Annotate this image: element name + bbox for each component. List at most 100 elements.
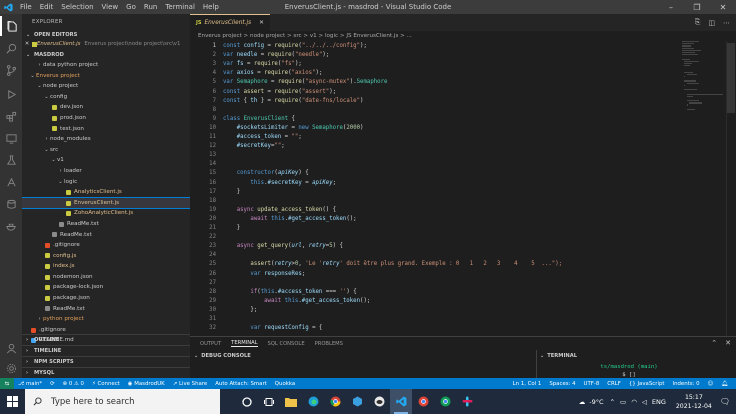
source-control-icon[interactable] bbox=[0, 60, 22, 80]
menu-run[interactable]: Run bbox=[140, 0, 161, 14]
windows-start-icon[interactable] bbox=[0, 389, 25, 414]
panel-tab-sql-console[interactable]: SQL CONSOLE bbox=[268, 341, 305, 347]
auto-attach-indicator[interactable]: Auto Attach: Smart bbox=[211, 381, 271, 387]
discord-icon[interactable] bbox=[368, 389, 390, 414]
cursor-position[interactable]: Ln 1, Col 1 bbox=[509, 381, 546, 387]
task-view-icon[interactable] bbox=[258, 389, 280, 414]
menu-selection[interactable]: Selection bbox=[57, 0, 97, 14]
chrome-alt-icon[interactable] bbox=[434, 389, 456, 414]
problems-indicator[interactable]: ⊗ 0 ⚠ 0 bbox=[59, 381, 88, 387]
open-changes-icon[interactable]: ⎘ bbox=[695, 18, 701, 27]
tree-folder[interactable]: › data python project bbox=[22, 60, 190, 71]
tree-folder[interactable]: ⌄ Enverus project bbox=[22, 71, 190, 82]
live-share-icon[interactable] bbox=[0, 172, 22, 192]
indents-indicator[interactable]: Indents: 0 bbox=[668, 381, 703, 387]
input-language[interactable]: ENG bbox=[652, 398, 666, 406]
section-outline[interactable]: › OUTLINE bbox=[22, 334, 190, 345]
explorer-icon[interactable] bbox=[0, 16, 22, 36]
connect-indicator[interactable]: ⚡ Connect bbox=[88, 381, 124, 387]
editor-scrollbar[interactable] bbox=[726, 41, 736, 336]
end-of-line[interactable]: CRLF bbox=[603, 381, 625, 387]
show-hidden-icons-icon[interactable]: ⌃ bbox=[610, 398, 615, 406]
weather-temp[interactable]: -9°C bbox=[589, 398, 603, 406]
quokka-indicator[interactable]: Quokka bbox=[271, 381, 299, 387]
accounts-icon[interactable] bbox=[0, 338, 22, 358]
notification-center-icon[interactable]: 🗨︎ bbox=[720, 397, 730, 406]
tree-file[interactable]: ReadMe.txt bbox=[22, 219, 190, 230]
cortana-icon[interactable] bbox=[236, 389, 258, 414]
tree-folder[interactable]: ⌄ node project bbox=[22, 81, 190, 92]
menu-help[interactable]: Help bbox=[199, 0, 223, 14]
chrome-profile-icon[interactable] bbox=[412, 389, 434, 414]
file-explorer-icon[interactable] bbox=[280, 389, 302, 414]
terminal-header[interactable]: ⌄ TERMINAL bbox=[540, 351, 577, 361]
clock[interactable]: 15:17 2021-12-04 bbox=[668, 393, 720, 411]
notifications-icon[interactable]: 🔔︎ bbox=[717, 381, 732, 387]
tree-file[interactable]: nodemon.json bbox=[22, 272, 190, 283]
more-actions-icon[interactable]: ⋯ bbox=[723, 19, 730, 27]
vscode-alt-app-icon[interactable] bbox=[346, 389, 368, 414]
section-npm-scripts[interactable]: › NPM SCRIPTS bbox=[22, 356, 190, 367]
tab-enverusclient[interactable]: JS EnverusClient.js ✕ bbox=[190, 14, 270, 31]
search-icon[interactable] bbox=[0, 38, 22, 58]
code-editor[interactable]: 1 const config = require("../../../config… bbox=[190, 41, 736, 336]
database-icon[interactable] bbox=[0, 194, 22, 214]
close-tab-icon[interactable]: ✕ bbox=[259, 20, 264, 26]
split-editor-icon[interactable]: ◫ bbox=[708, 19, 715, 27]
vscode-taskbar-icon[interactable] bbox=[390, 389, 412, 414]
menu-view[interactable]: View bbox=[98, 0, 123, 14]
chrome-browser-icon[interactable] bbox=[324, 389, 346, 414]
debug-console-header[interactable]: ⌄ DEBUG CONSOLE bbox=[194, 351, 251, 361]
tree-file[interactable]: package-lock.json bbox=[22, 282, 190, 293]
live-share-indicator[interactable]: ↗ Live Share bbox=[169, 381, 212, 387]
panel-tab-output[interactable]: OUTPUT bbox=[200, 341, 221, 347]
panel-tab-terminal[interactable]: TERMINAL bbox=[231, 340, 258, 347]
weather-cloud-icon[interactable]: ☁ bbox=[579, 398, 586, 406]
edge-browser-icon[interactable] bbox=[302, 389, 324, 414]
scrollbar-thumb[interactable] bbox=[727, 43, 735, 113]
taskbar-search[interactable]: Type here to search bbox=[25, 389, 220, 414]
tree-file[interactable]: prod.json bbox=[22, 113, 190, 124]
settings-gear-icon[interactable] bbox=[0, 358, 22, 378]
maximize-panel-icon[interactable]: ⌃ bbox=[711, 339, 717, 347]
tree-folder[interactable]: ⌄ logic bbox=[22, 177, 190, 188]
language-mode[interactable]: {} JavaScript bbox=[625, 381, 669, 387]
volume-icon[interactable]: ◁ bbox=[642, 398, 647, 406]
tree-file[interactable]: EnverusClient.js bbox=[22, 196, 190, 210]
tree-folder[interactable]: ⌄ src bbox=[22, 145, 190, 156]
workspace-section[interactable]: ⌄ MASDROD bbox=[22, 51, 190, 60]
indentation[interactable]: Spaces: 4 bbox=[545, 381, 579, 387]
encoding[interactable]: UTF-8 bbox=[580, 381, 604, 387]
menu-edit[interactable]: Edit bbox=[36, 0, 58, 14]
tree-file[interactable]: dev.json bbox=[22, 102, 190, 113]
sync-icon[interactable]: ⟳ bbox=[46, 381, 59, 387]
remote-explorer-icon[interactable] bbox=[0, 128, 22, 148]
tree-folder[interactable]: › node_modules bbox=[22, 134, 190, 145]
tree-file[interactable]: config.js bbox=[22, 251, 190, 262]
menu-go[interactable]: Go bbox=[122, 0, 140, 14]
testing-icon[interactable] bbox=[0, 150, 22, 170]
section-timeline[interactable]: › TIMELINE bbox=[22, 345, 190, 356]
close-panel-icon[interactable]: ✕ bbox=[725, 339, 731, 347]
open-editors-section[interactable]: ⌄ OPEN EDITORS bbox=[22, 31, 190, 40]
tree-file[interactable]: ReadMe.txt bbox=[22, 230, 190, 241]
network-icon[interactable]: ◠ bbox=[631, 398, 637, 406]
battery-icon[interactable]: ▭ bbox=[620, 398, 626, 406]
slack-icon[interactable] bbox=[456, 389, 478, 414]
tree-folder[interactable]: ⌄ config bbox=[22, 92, 190, 103]
branch-indicator[interactable]: ⎇ main* bbox=[14, 381, 46, 387]
tree-file[interactable]: ZohoAnalyticClient.js bbox=[22, 208, 190, 219]
user-indicator[interactable]: ◉ MasdrodUK bbox=[124, 381, 169, 387]
run-debug-icon[interactable] bbox=[0, 84, 22, 104]
close-icon[interactable]: ✕ bbox=[710, 0, 736, 14]
tree-file[interactable]: index.js bbox=[22, 261, 190, 272]
open-editor-item[interactable]: ✕ EnverusClient.js Enverus project\node … bbox=[22, 40, 190, 49]
minimap[interactable] bbox=[682, 41, 724, 121]
minimize-icon[interactable]: – bbox=[658, 0, 684, 14]
panel-tab-problems[interactable]: PROBLEMS bbox=[315, 341, 343, 347]
feedback-icon[interactable]: ☺ bbox=[704, 381, 718, 387]
tree-file[interactable]: package.json bbox=[22, 293, 190, 304]
extensions-icon[interactable] bbox=[0, 106, 22, 126]
tree-folder[interactable]: ⌄ v1 bbox=[22, 155, 190, 166]
tree-file[interactable]: ReadMe.txt bbox=[22, 304, 190, 315]
